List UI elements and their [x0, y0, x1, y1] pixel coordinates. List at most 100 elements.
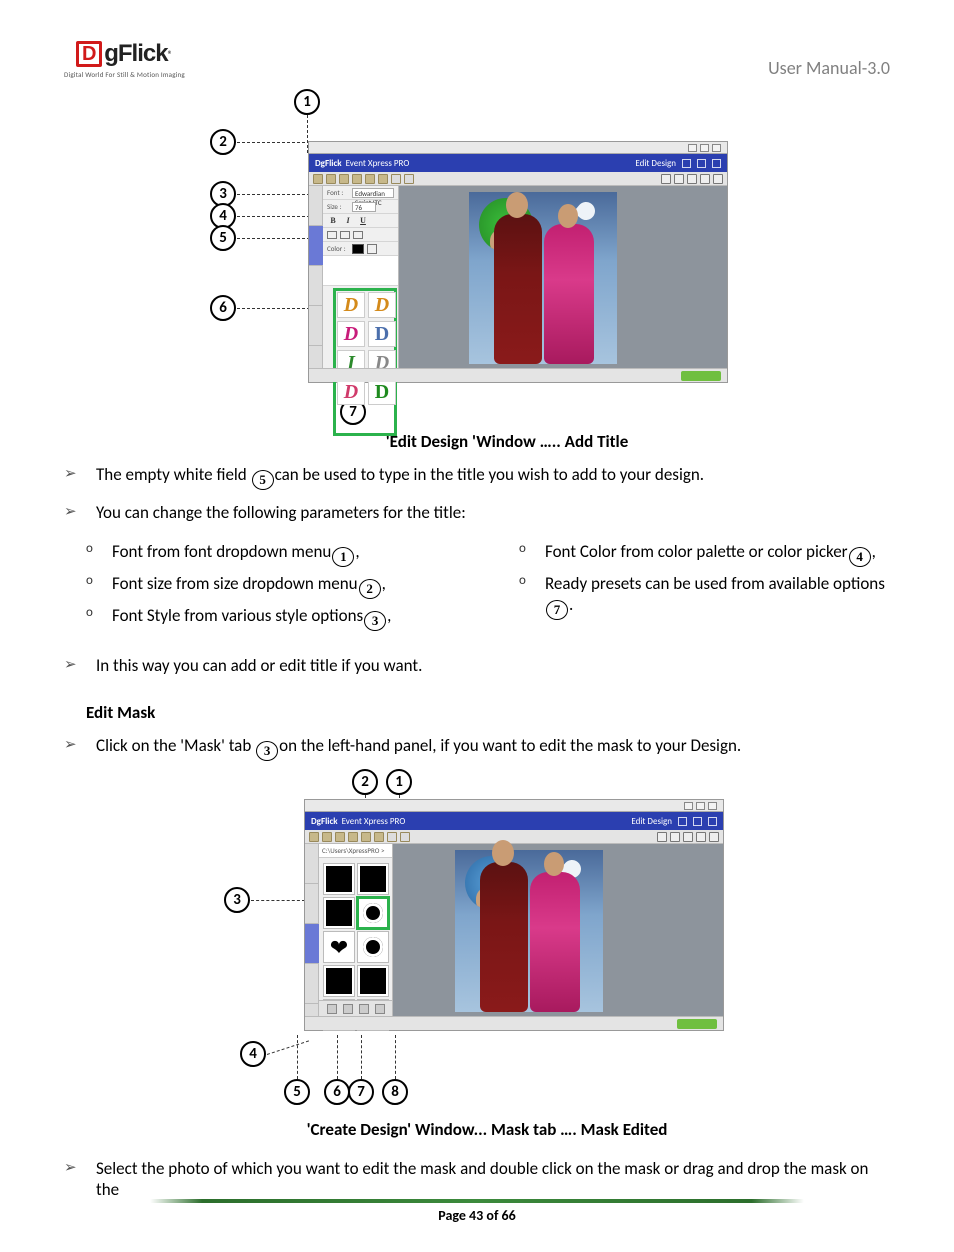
grid-icon[interactable] [696, 832, 706, 842]
tool-icon[interactable] [326, 174, 336, 184]
preset-cell[interactable]: D [368, 292, 396, 318]
style-row: B I U [323, 214, 398, 228]
window-min-icon[interactable] [684, 802, 693, 810]
tool-icon[interactable] [335, 832, 345, 842]
sidebar-tab[interactable] [305, 964, 319, 1004]
bold-button[interactable]: B [327, 216, 339, 225]
align-center-icon[interactable] [340, 231, 350, 239]
color-label: Color : [327, 244, 349, 253]
color-swatch[interactable] [352, 244, 364, 254]
tool-icon[interactable] [322, 832, 332, 842]
fit-icon[interactable] [687, 174, 697, 184]
redo-icon[interactable] [404, 174, 414, 184]
preset-cell[interactable]: D [368, 379, 396, 405]
bullet-item: ➢ You can change the following parameter… [64, 502, 890, 523]
color-picker-icon[interactable] [367, 244, 377, 254]
fullscreen-icon[interactable] [713, 174, 723, 184]
preset-cell[interactable]: D [337, 379, 365, 405]
undo-icon[interactable] [387, 832, 397, 842]
sidebar-tab[interactable] [305, 844, 319, 884]
brush-icon[interactable] [693, 817, 702, 826]
bullet-circle-icon: o [86, 605, 100, 631]
sidebar-tabs [309, 186, 323, 368]
tool-icon[interactable] [313, 174, 323, 184]
mask-cell[interactable] [358, 864, 388, 894]
sidebar-tab[interactable] [309, 306, 323, 346]
font-dropdown[interactable]: Edwardian Script ITC [352, 188, 394, 198]
tool-icon[interactable] [361, 832, 371, 842]
window-max-icon[interactable] [700, 144, 709, 152]
panel-nav-icon[interactable] [375, 1004, 385, 1014]
zoom-out-icon[interactable] [670, 832, 680, 842]
fullscreen-icon[interactable] [709, 832, 719, 842]
preset-cell[interactable]: D [337, 321, 365, 347]
zoom-in-icon[interactable] [657, 832, 667, 842]
tool-icon[interactable] [348, 832, 358, 842]
help-icon[interactable] [708, 817, 717, 826]
sidebar-tab[interactable] [309, 266, 323, 306]
window-close-icon[interactable] [712, 144, 721, 152]
size-dropdown[interactable]: 76 [352, 202, 376, 212]
callout-6: 6 [210, 295, 236, 321]
italic-button[interactable]: I [342, 216, 354, 225]
callout-2: 2 [210, 129, 236, 155]
callout-3: 3 [224, 887, 250, 913]
sub-bullet: oFont Color from color palette or color … [519, 541, 890, 567]
sub-bullet: oReady presets can be used from availabl… [519, 573, 890, 620]
preset-cell[interactable]: D [368, 321, 396, 347]
sidebar-tab-mask[interactable] [305, 924, 319, 964]
screen-title: Edit Design [631, 816, 672, 827]
save-button[interactable] [677, 1019, 717, 1029]
app-window-edit-design: DgFlick Event Xpress PRO Edit Design [308, 141, 728, 383]
fit-icon[interactable] [683, 832, 693, 842]
preset-cell[interactable]: D [337, 292, 365, 318]
callout-5: 5 [210, 225, 236, 251]
tool-icon[interactable] [374, 832, 384, 842]
zoom-in-icon[interactable] [661, 174, 671, 184]
mask-cell[interactable] [324, 864, 354, 894]
home-icon[interactable] [682, 159, 691, 168]
help-icon[interactable] [712, 159, 721, 168]
bullet-text: Click on the 'Mask' tab [96, 735, 255, 756]
app-footer [309, 368, 727, 382]
underline-button[interactable]: U [357, 216, 369, 225]
title-input[interactable] [323, 256, 398, 286]
inline-callout-3: 3 [256, 741, 278, 761]
mask-path-field[interactable]: C:\Users\XpressPRO > [319, 844, 392, 858]
align-left-icon[interactable] [327, 231, 337, 239]
mask-cell[interactable] [358, 966, 388, 996]
page-number: Page 43 of 66 [150, 1207, 804, 1224]
undo-icon[interactable] [391, 174, 401, 184]
bullet-text: Select the photo of which you want to ed… [96, 1158, 890, 1200]
tool-icon[interactable] [365, 174, 375, 184]
redo-icon[interactable] [400, 832, 410, 842]
title-panel: Font : Edwardian Script ITC Size : 76 B … [323, 186, 399, 368]
panel-nav-icon[interactable] [359, 1004, 369, 1014]
design-canvas[interactable] [469, 192, 617, 364]
window-min-icon[interactable] [688, 144, 697, 152]
align-right-icon[interactable] [353, 231, 363, 239]
panel-nav-icon[interactable] [343, 1004, 353, 1014]
window-max-icon[interactable] [696, 802, 705, 810]
panel-nav-icon[interactable] [327, 1004, 337, 1014]
save-button[interactable] [681, 371, 721, 381]
tool-icon[interactable] [378, 174, 388, 184]
mask-cell[interactable] [324, 966, 354, 996]
home-icon[interactable] [678, 817, 687, 826]
mask-cell[interactable] [324, 898, 354, 928]
inline-callout-2: 2 [359, 579, 381, 599]
brush-icon[interactable] [697, 159, 706, 168]
zoom-out-icon[interactable] [674, 174, 684, 184]
mask-cell[interactable] [358, 932, 388, 962]
window-close-icon[interactable] [708, 802, 717, 810]
mask-cell[interactable] [324, 932, 354, 962]
grid-icon[interactable] [700, 174, 710, 184]
tool-icon[interactable] [309, 832, 319, 842]
callout-1: 1 [386, 769, 412, 795]
tool-icon[interactable] [339, 174, 349, 184]
sidebar-tab[interactable] [309, 186, 323, 226]
design-canvas[interactable] [455, 850, 603, 1012]
sidebar-tab-title[interactable] [309, 226, 323, 266]
sidebar-tab[interactable] [305, 884, 319, 924]
tool-icon[interactable] [352, 174, 362, 184]
